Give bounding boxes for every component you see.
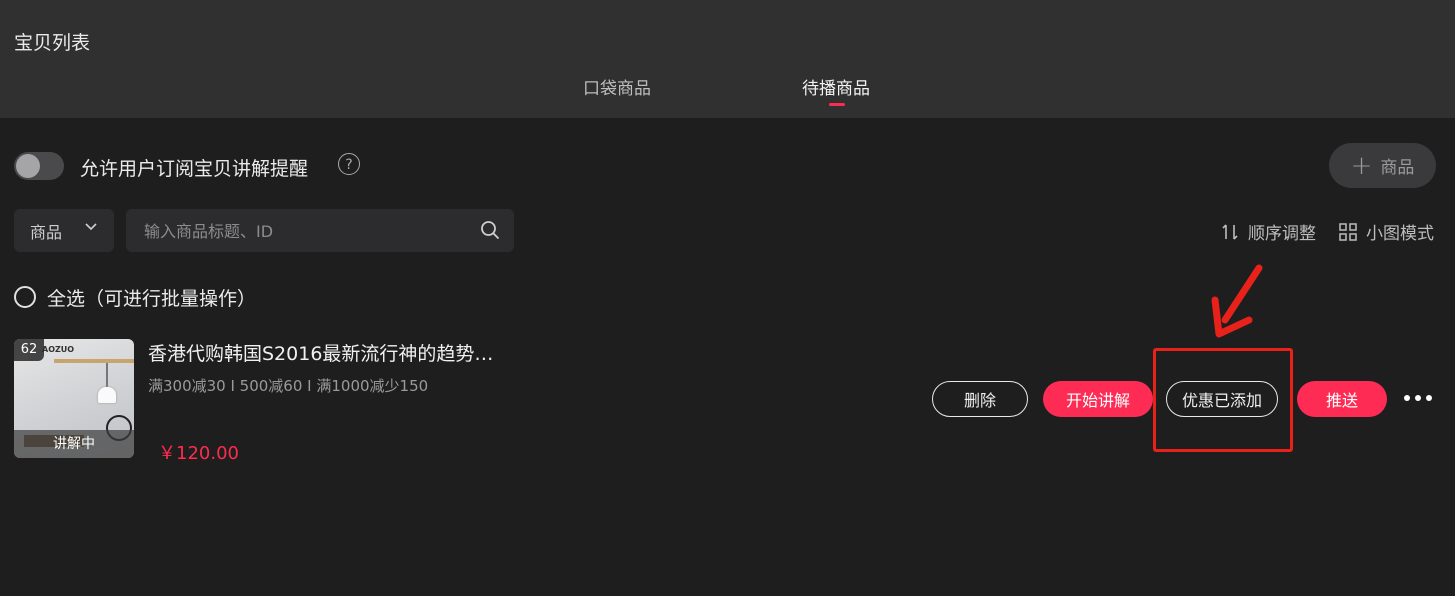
more-icon[interactable] (1404, 395, 1436, 403)
push-button[interactable]: 推送 (1297, 381, 1387, 417)
product-promo: 满300减30 I 500减60 I 满1000减少150 (148, 377, 429, 395)
select-all-radio[interactable] (14, 286, 36, 308)
small-view-label: 小图模式 (1366, 224, 1434, 244)
annotation-arrow-icon (1211, 264, 1263, 338)
thumbnail-brand-mark: AOZUO (42, 345, 75, 354)
explaining-status-badge: 讲解中 (14, 430, 134, 458)
reorder-label: 顺序调整 (1248, 224, 1316, 244)
search-icon[interactable] (480, 220, 500, 240)
header-bar: 宝贝列表 口袋商品 待播商品 (0, 0, 1455, 118)
product-title[interactable]: 香港代购韩国S2016最新流行神的趋势… (148, 339, 493, 366)
thumbnail-decor (98, 387, 116, 403)
page-title: 宝贝列表 (14, 32, 91, 54)
small-view-button[interactable]: 小图模式 (1338, 219, 1434, 244)
thumbnail-decor (106, 363, 108, 389)
add-product-button[interactable]: + 商品 (1329, 143, 1436, 188)
select-all-label: 全选（可进行批量操作） (47, 288, 257, 310)
active-tab-indicator (829, 103, 845, 106)
sort-icon (1222, 223, 1238, 240)
tab-pending-products[interactable]: 待播商品 (802, 74, 870, 99)
subscribe-toggle-label: 允许用户订阅宝贝讲解提醒 (80, 158, 309, 180)
product-index-badge: 62 (14, 339, 44, 361)
product-price: ￥120.00 (158, 443, 239, 464)
plus-icon: + (1350, 150, 1373, 181)
toggle-knob (16, 154, 40, 178)
thumbnail-decor (54, 359, 134, 363)
add-product-label: 商品 (1380, 158, 1415, 178)
category-select[interactable]: 商品 (14, 209, 114, 252)
tab-pocket-products[interactable]: 口袋商品 (583, 74, 651, 99)
question-circle-icon[interactable]: ? (338, 153, 360, 175)
chevron-down-icon (84, 219, 98, 237)
start-explain-button[interactable]: 开始讲解 (1043, 381, 1153, 417)
product-thumbnail[interactable]: AOZUO 62 讲解中 (14, 339, 134, 458)
coupon-added-button[interactable]: 优惠已添加 (1166, 381, 1278, 417)
category-select-value: 商品 (30, 222, 63, 242)
reorder-button[interactable]: 顺序调整 (1220, 219, 1316, 244)
search-box (126, 209, 514, 254)
subscribe-toggle[interactable] (14, 152, 64, 180)
delete-button[interactable]: 删除 (932, 381, 1028, 417)
search-input[interactable] (142, 209, 476, 254)
grid-icon (1339, 222, 1357, 241)
